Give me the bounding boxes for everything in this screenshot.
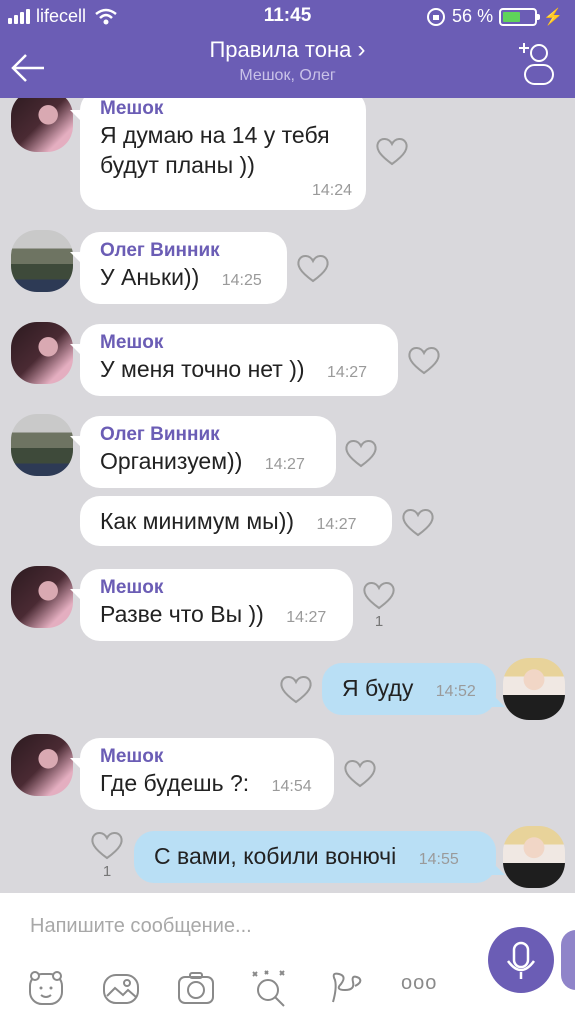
- like-count: 1: [374, 613, 384, 630]
- message-text: У Аньки)): [100, 264, 200, 290]
- message-text: Разве что Вы )): [100, 601, 264, 627]
- battery-icon: [499, 7, 541, 26]
- doodle-icon[interactable]: [250, 968, 290, 1008]
- message-time: 14:24: [311, 182, 352, 199]
- message-bubble[interactable]: Олег Винник У Аньки)) 14:25: [70, 232, 287, 304]
- message-time: 14:25: [221, 272, 262, 289]
- like-heart-icon[interactable]: [344, 438, 378, 468]
- message-text: Как минимум мы)): [100, 508, 295, 534]
- message-time: 14:54: [271, 778, 312, 795]
- orientation-lock-icon: [427, 7, 446, 26]
- message-text: Где будешь ?:: [100, 770, 250, 796]
- sticker-icon[interactable]: [26, 968, 66, 1008]
- gallery-icon[interactable]: [101, 968, 141, 1008]
- status-bar: lifecell 11:45 56 % ⚡: [0, 0, 575, 32]
- message-text: будут планы )): [100, 152, 255, 178]
- like-count: 1: [102, 863, 112, 880]
- like-heart-icon[interactable]: [375, 136, 409, 166]
- outgoing-message-bubble[interactable]: Я буду 14:52: [322, 663, 505, 715]
- message-time: 14:27: [316, 516, 357, 533]
- avatar-meshok[interactable]: [11, 734, 73, 796]
- more-options-icon[interactable]: ooo: [401, 972, 441, 1012]
- like-heart-icon[interactable]: [296, 253, 330, 283]
- voice-message-button[interactable]: [488, 927, 554, 993]
- avatar-meshok[interactable]: [11, 322, 73, 384]
- avatar-oleg[interactable]: [11, 230, 73, 292]
- chevron-right-icon: ›: [357, 36, 366, 63]
- sender-name: Мешок: [100, 98, 164, 119]
- chat-title[interactable]: Правила тона ›: [0, 36, 575, 64]
- chat-participants: Мешок, Олег: [239, 67, 336, 84]
- message-text: Организуем)): [100, 448, 243, 474]
- message-time: 14:52: [435, 683, 476, 700]
- message-time: 14:27: [327, 364, 368, 381]
- outgoing-message-bubble[interactable]: С вами, кобили вонючі 14:55: [134, 831, 505, 883]
- sender-name: Мешок: [100, 577, 164, 598]
- like-heart-icon[interactable]: [90, 830, 124, 860]
- charging-icon: ⚡: [543, 8, 563, 26]
- battery-label: 56 %: [452, 6, 494, 26]
- message-time: 14:27: [264, 456, 305, 473]
- like-heart-icon[interactable]: [279, 674, 313, 704]
- message-bubble[interactable]: Мешок У меня точно нет )) 14:27: [70, 324, 398, 396]
- sender-name: Мешок: [100, 746, 164, 767]
- sender-name: Олег Винник: [100, 424, 220, 445]
- camera-icon[interactable]: [176, 968, 216, 1008]
- avatar-meshok[interactable]: [11, 566, 73, 628]
- secondary-action-button[interactable]: [561, 930, 575, 990]
- chat-title-label: Правила тона: [209, 37, 352, 62]
- message-text: Я думаю на 14 у тебя: [100, 122, 330, 148]
- message-list[interactable]: Мешок Я думаю на 14 у тебя будут планы )…: [0, 98, 575, 893]
- message-bubble[interactable]: Как минимум мы)) 14:27: [80, 496, 392, 546]
- microphone-icon: [506, 941, 536, 979]
- sender-name: Мешок: [100, 332, 164, 353]
- avatar-oleg[interactable]: [11, 414, 73, 476]
- chat-header: lifecell 11:45 56 % ⚡ Правила тона › Меш…: [0, 0, 575, 98]
- sender-name: Олег Винник: [100, 240, 220, 261]
- add-participant-icon[interactable]: [515, 40, 555, 86]
- message-input[interactable]: Напишите сообщение...: [30, 915, 252, 938]
- gif-icon[interactable]: [325, 968, 365, 1008]
- avatar-self[interactable]: [503, 658, 565, 720]
- like-heart-icon[interactable]: [407, 345, 441, 375]
- status-right: 56 % ⚡: [426, 6, 563, 27]
- avatar-self[interactable]: [503, 826, 565, 888]
- like-heart-icon[interactable]: [362, 580, 396, 610]
- message-bubble[interactable]: Мешок Разве что Вы )) 14:27: [70, 569, 353, 641]
- message-text: Я буду: [342, 675, 414, 701]
- message-time: 14:27: [286, 609, 327, 626]
- message-bubble[interactable]: Мешок Где будешь ?: 14:54: [70, 738, 334, 810]
- like-heart-icon[interactable]: [343, 758, 377, 788]
- message-bubble[interactable]: Мешок Я думаю на 14 у тебя будут планы )…: [70, 98, 366, 210]
- message-time: 14:55: [418, 851, 459, 868]
- message-text: С вами, кобили вонючі: [154, 843, 397, 869]
- like-heart-icon[interactable]: [401, 507, 435, 537]
- message-text: У меня точно нет )): [100, 356, 305, 382]
- message-bubble[interactable]: Олег Винник Организуем)) 14:27: [70, 416, 336, 488]
- avatar-meshok[interactable]: [11, 98, 73, 152]
